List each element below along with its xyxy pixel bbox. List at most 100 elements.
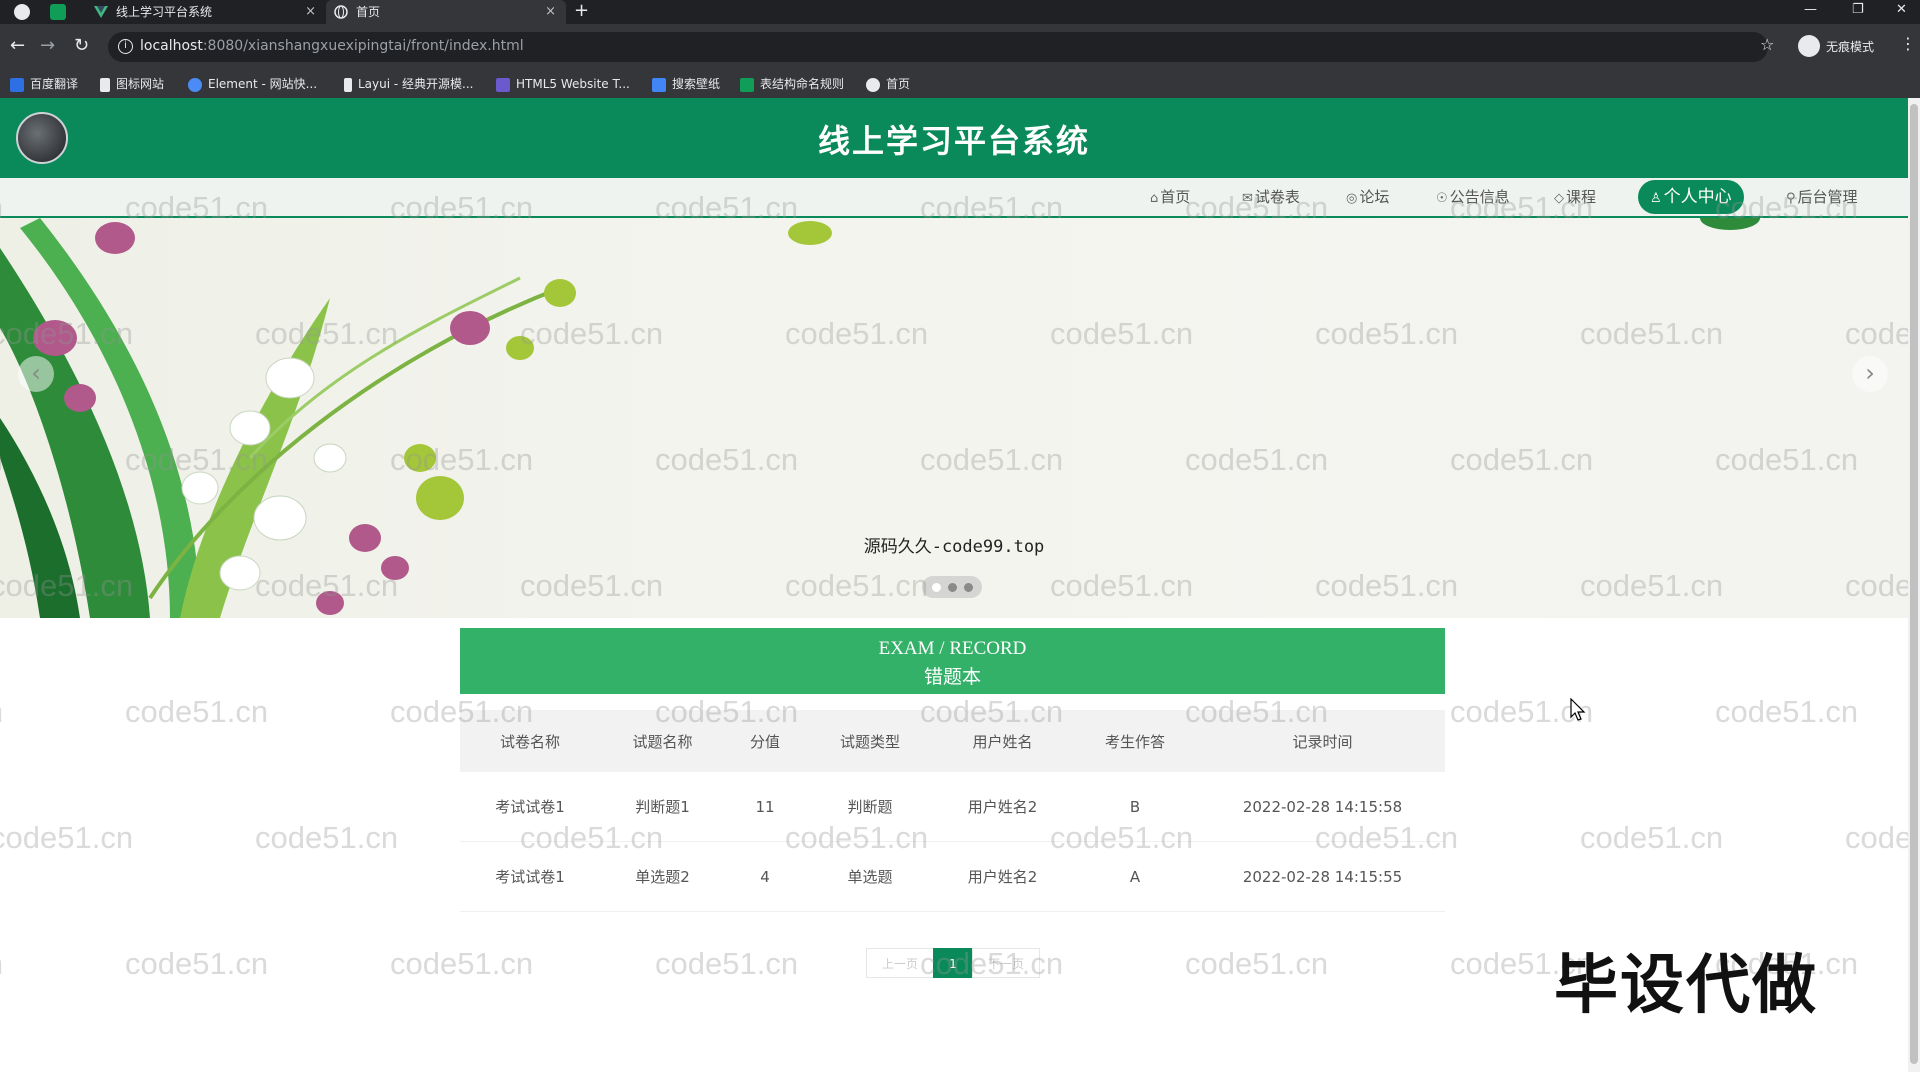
bookmark-item[interactable]: 图标网站 bbox=[100, 70, 164, 98]
next-page-button[interactable]: 下一页 bbox=[972, 948, 1040, 978]
table-cell: 2022-02-28 14:15:58 bbox=[1242, 797, 1403, 816]
bookmark-label: 百度翻译 bbox=[30, 77, 79, 91]
overlay-stamp: 毕设代做 bbox=[1554, 949, 1818, 1023]
layui-icon bbox=[344, 77, 352, 92]
browser-menu-icon[interactable] bbox=[14, 4, 30, 20]
incognito-avatar[interactable] bbox=[1798, 35, 1820, 57]
table-cell: 考试试卷1 bbox=[495, 798, 565, 816]
tag-icon: ◇ bbox=[1554, 191, 1564, 206]
table-cell: 用户姓名2 bbox=[967, 798, 1038, 816]
table-cell: 判断题 bbox=[847, 798, 893, 816]
table-cell: B bbox=[1129, 797, 1141, 816]
nav-item-admin[interactable]: ⚲ 后台管理 bbox=[1786, 186, 1858, 210]
watermark-text: code51.cn bbox=[1845, 820, 1908, 855]
back-icon[interactable]: ← bbox=[10, 36, 25, 56]
reload-icon[interactable]: ↻ bbox=[74, 36, 89, 56]
forward-icon[interactable]: → bbox=[40, 36, 55, 56]
bookmark-item[interactable]: HTML5 Website T... bbox=[496, 70, 630, 98]
bookmark-item[interactable]: 搜索壁纸 bbox=[652, 70, 720, 98]
banner-caption: 源码久久-code99.top bbox=[863, 537, 1045, 557]
nav-item-personal-center[interactable]: ♙ 个人中心 bbox=[1638, 180, 1744, 214]
column-header: 试题类型 bbox=[839, 732, 900, 751]
forum-icon: ◎ bbox=[1346, 191, 1358, 206]
nav-item-courses[interactable]: ◇ 课程 bbox=[1554, 186, 1596, 210]
minimize-icon[interactable]: — bbox=[1804, 0, 1817, 24]
vue-logo-icon bbox=[94, 6, 108, 18]
bookmark-item[interactable]: Layui - 经典开源模... bbox=[344, 70, 473, 98]
table-header-row: 试卷名称 试题名称 分值 试题类型 用户姓名 考生作答 记录时间 bbox=[460, 710, 1445, 772]
site-info-icon[interactable]: i bbox=[118, 39, 133, 54]
pinned-tab-icon[interactable] bbox=[50, 4, 66, 20]
nav-item-home[interactable]: ⌂ 首页 bbox=[1150, 186, 1190, 210]
table-row[interactable]: 考试试卷1 单选题2 4 单选题 用户姓名2 A 2022-02-28 14:1… bbox=[460, 842, 1445, 912]
carousel-next-arrow-icon[interactable]: › bbox=[1852, 356, 1888, 392]
column-header: 试题名称 bbox=[632, 732, 693, 751]
browser-tab-system[interactable]: 线上学习平台系统 × bbox=[86, 0, 326, 24]
globe-icon bbox=[866, 77, 880, 92]
tab-title: 首页 bbox=[356, 5, 381, 19]
page-viewport: 线上学习平台系统 ⌂ 首页 ✉ 试卷表 ◎ 论坛 ☉ 公告信息 ◇ 课程 ♙ 个人中心 ⚲ 后… bbox=[0, 98, 1908, 1072]
close-window-icon[interactable]: ✕ bbox=[1896, 0, 1907, 24]
nav-label: 后台管理 bbox=[1797, 188, 1858, 206]
page-scrollbar[interactable] bbox=[1908, 98, 1920, 1072]
carousel-dot[interactable] bbox=[948, 583, 957, 592]
flag-icon bbox=[100, 77, 110, 92]
bookmark-star-icon[interactable]: ☆ bbox=[1760, 35, 1774, 54]
table-row[interactable]: 考试试卷1 判断题1 11 判断题 用户姓名2 B 2022-02-28 14:… bbox=[460, 772, 1445, 842]
nav-item-forum[interactable]: ◎ 论坛 bbox=[1346, 186, 1389, 210]
section-title-en: EXAM / RECORD bbox=[878, 638, 1027, 659]
nav-label: 课程 bbox=[1566, 188, 1597, 206]
watermark-text: code51.cn bbox=[125, 694, 269, 729]
section-title-bar: EXAM / RECORD 错题本 bbox=[460, 628, 1445, 694]
profile-label: 无痕模式 bbox=[1826, 40, 1875, 54]
prev-page-button[interactable]: 上一页 bbox=[866, 948, 934, 978]
link-icon: ⚲ bbox=[1786, 191, 1796, 206]
bookmark-label: Element - 网站快... bbox=[208, 77, 318, 91]
carousel-dot[interactable] bbox=[932, 583, 941, 592]
bookmark-label: 首页 bbox=[886, 77, 911, 91]
column-header: 记录时间 bbox=[1292, 732, 1353, 751]
url-path: :8080/xianshangxuexipingtai/front/index.… bbox=[202, 38, 524, 54]
watermark-text: code51.cn bbox=[1715, 694, 1859, 729]
watermark-text: code51.cn bbox=[255, 820, 399, 855]
nav-item-exam-papers[interactable]: ✉ 试卷表 bbox=[1242, 186, 1300, 210]
mouse-cursor-icon bbox=[1570, 698, 1586, 721]
url-input[interactable]: i localhost:8080/xianshangxuexipingtai/f… bbox=[108, 32, 1768, 62]
bookmark-item[interactable]: 首页 bbox=[866, 70, 910, 98]
bookmark-item[interactable]: Element - 网站快... bbox=[188, 70, 317, 98]
close-tab-icon[interactable]: × bbox=[305, 0, 316, 24]
page-number-button[interactable]: 1 bbox=[933, 948, 973, 978]
table-cell: A bbox=[1129, 867, 1141, 886]
nav-item-announcements[interactable]: ☉ 公告信息 bbox=[1436, 186, 1510, 210]
carousel-prev-arrow-icon[interactable]: ‹ bbox=[18, 356, 54, 392]
new-tab-button[interactable]: + bbox=[574, 0, 589, 24]
watermark-text: code51.cn bbox=[1185, 946, 1329, 981]
table-cell: 用户姓名2 bbox=[967, 868, 1038, 886]
banner-carousel[interactable]: ‹ › 源码久久-code99.top bbox=[0, 218, 1908, 618]
bookmark-label: 图标网站 bbox=[116, 77, 165, 91]
bookmark-label: Layui - 经典开源模... bbox=[358, 77, 474, 91]
bookmark-item[interactable]: 百度翻译 bbox=[10, 70, 78, 98]
nav-label: 试卷表 bbox=[1254, 188, 1300, 206]
nav-label: 个人中心 bbox=[1663, 187, 1732, 207]
carousel-dot[interactable] bbox=[964, 583, 973, 592]
section-title-cn: 错题本 bbox=[923, 667, 981, 688]
close-tab-icon[interactable]: × bbox=[545, 0, 556, 24]
watermark-text: code51.cn bbox=[0, 694, 3, 730]
sheet-icon bbox=[740, 77, 754, 92]
restore-icon[interactable]: ❐ bbox=[1852, 0, 1864, 24]
element-icon bbox=[188, 77, 202, 92]
more-menu-icon[interactable]: ⋮ bbox=[1900, 34, 1916, 53]
watermark-text: code51.cn bbox=[655, 946, 799, 981]
column-header: 分值 bbox=[749, 732, 780, 751]
browser-tab-home[interactable]: 首页 × bbox=[326, 0, 566, 24]
nav-label: 首页 bbox=[1160, 188, 1191, 206]
table-cell: 2022-02-28 14:15:55 bbox=[1242, 867, 1403, 886]
watermark-text: code51.cn bbox=[0, 820, 134, 855]
scrollbar-thumb[interactable] bbox=[1910, 104, 1918, 1064]
tab-title: 线上学习平台系统 bbox=[116, 5, 213, 19]
bookmark-item[interactable]: 表结构命名规则 bbox=[740, 70, 844, 98]
bookmark-label: 表结构命名规则 bbox=[760, 77, 845, 91]
table-cell: 单选题 bbox=[847, 868, 893, 886]
translate-icon bbox=[10, 77, 24, 92]
